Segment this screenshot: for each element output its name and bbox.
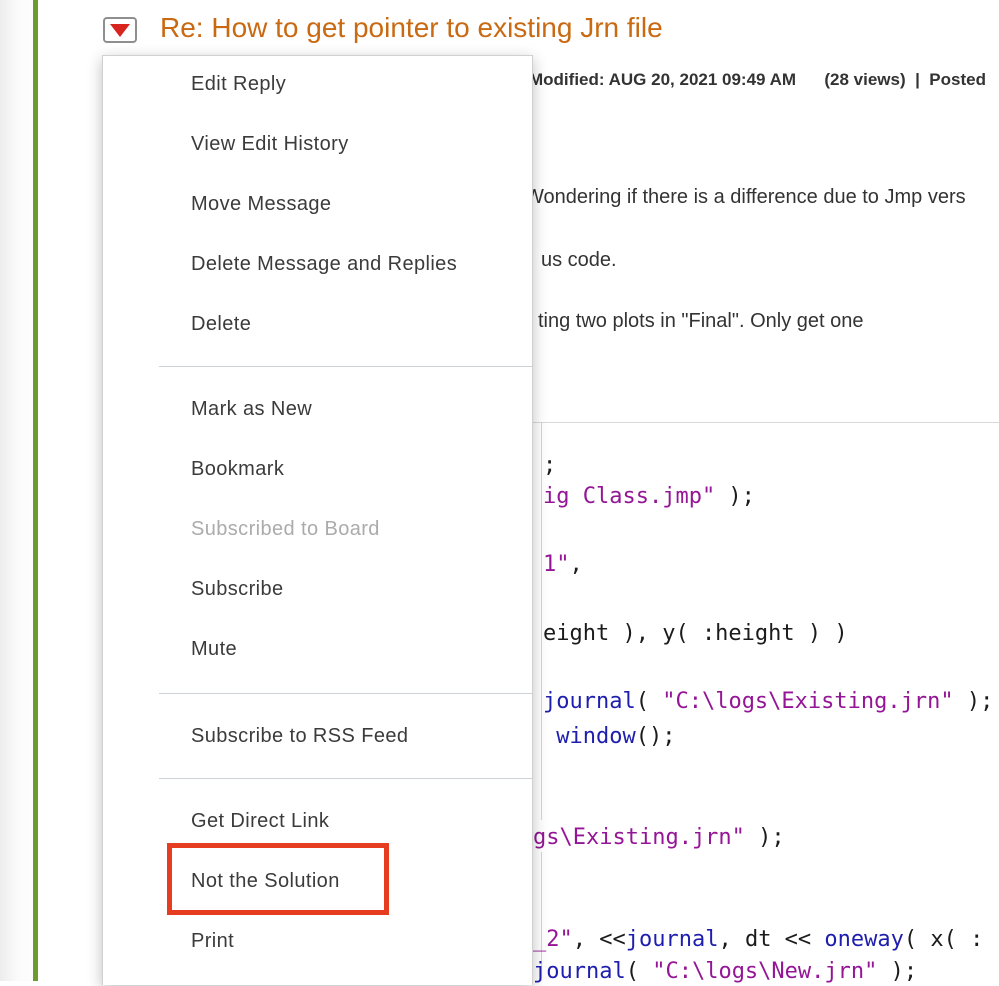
menu-item-move-message[interactable]: Move Message [191,187,532,221]
code-line: 1", [543,551,583,579]
code-line: _2", <<journal, dt << oneway( x( : [533,926,983,954]
menu-item-bookmark[interactable]: Bookmark [191,452,532,486]
post-paragraph: ting two plots in "Final". Only get one [538,310,864,332]
page-left-gutter [0,0,33,981]
menu-item-get-direct-link[interactable]: Get Direct Link [191,804,532,838]
code-token: ); [953,689,994,714]
code-token: , [569,552,583,577]
thread-accent-bar [33,0,38,981]
code-token: oneway [824,927,904,952]
red-triangle-icon [110,23,130,37]
post-meta: Modified: AUG 20, 2021 09:49 AM (28 view… [529,70,986,89]
menu-item-mark-as-new[interactable]: Mark as New [191,392,532,426]
menu-item-delete-message-and-replies[interactable]: Delete Message and Replies [191,247,532,281]
message-options-toggle-button[interactable] [103,17,137,43]
code-line: gs\Existing.jrn" ); [533,824,785,852]
code-token: journal [533,959,626,984]
code-token: , << [572,927,626,952]
code-line: journal( "C:\logs\Existing.jrn" ); [543,688,993,716]
code-line: window(); [543,723,675,751]
menu-item-print[interactable]: Print [191,924,532,958]
code-token: "C:\logs\Existing.jrn" [662,689,954,714]
menu-item-edit-reply[interactable]: Edit Reply [191,67,532,101]
code-line: journal( "C:\logs\New.jrn" ); [533,958,917,986]
code-token: ; [543,453,557,478]
code-line: eight ), y( :height ) ) [543,620,848,648]
code-token: journal [543,689,636,714]
menu-item-subscribed-to-board: Subscribed to Board [191,518,380,540]
menu-item-delete[interactable]: Delete [191,307,532,341]
menu-divider [159,693,532,694]
code-token: 1" [543,552,570,577]
menu-divider [159,778,532,779]
code-token: ( [635,689,663,714]
menu-divider [159,366,532,367]
code-token: ig Class.jmp" [543,484,716,509]
code-token: "C:\logs\New.jrn" [652,959,878,984]
code-token: window [556,724,636,749]
code-line: ig Class.jmp" ); [543,483,755,511]
code-token: ( [625,959,653,984]
post-paragraph: us code. [541,249,617,271]
code-token: ); [715,484,755,509]
code-token: (); [635,724,676,749]
message-options-menu: Edit Reply View Edit History Move Messag… [102,55,533,985]
not-the-solution-highlight-box [167,843,389,915]
code-token: , dt << [718,927,825,952]
menu-item-mute[interactable]: Mute [191,632,532,666]
code-line: ; [543,452,556,480]
code-block-border [541,422,542,820]
code-token: eight ), y( :height ) ) [543,621,848,646]
code-token: gs\Existing.jrn" [533,825,745,850]
code-token: ( x( : [903,927,984,952]
post-title[interactable]: Re: How to get pointer to existing Jrn f… [160,12,663,44]
code-token: journal [625,927,719,952]
code-token: ); [877,959,918,984]
menu-item-subscribe[interactable]: Subscribe [191,572,532,606]
code-token: _2" [533,927,573,952]
menu-item-view-edit-history[interactable]: View Edit History [191,127,532,161]
post-paragraph: Wondering if there is a difference due t… [525,186,966,208]
menu-item-subscribe-to-rss-feed[interactable]: Subscribe to RSS Feed [191,719,532,753]
code-token: ); [744,825,785,850]
